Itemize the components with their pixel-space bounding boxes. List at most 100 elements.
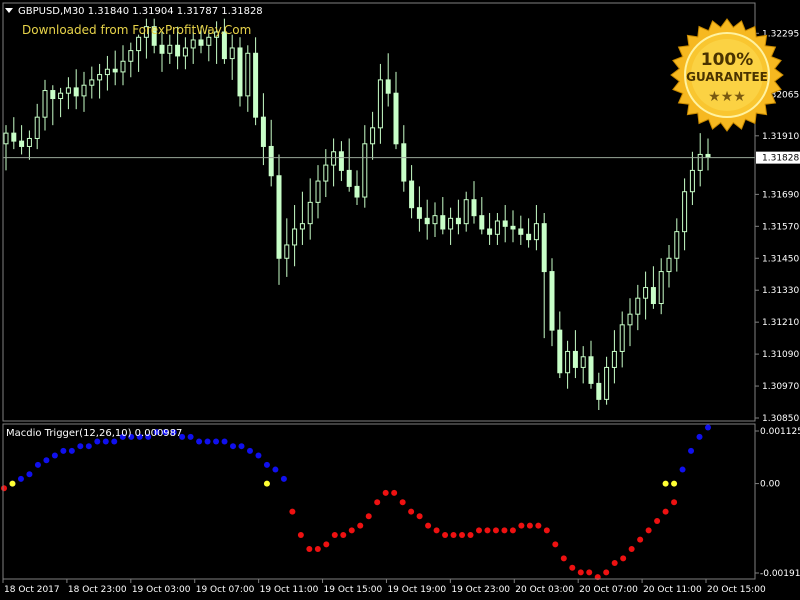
candle-body	[104, 68, 110, 76]
macd-dot	[340, 531, 347, 538]
candle-body	[619, 324, 625, 352]
candle-body	[362, 143, 368, 198]
candle-body	[697, 153, 703, 171]
macd-dot	[433, 527, 440, 534]
time-tick-label: 19 Oct 19:00	[387, 585, 446, 595]
macd-dot	[246, 447, 253, 454]
macd-dot	[501, 527, 508, 534]
macd-dot	[213, 438, 220, 445]
time-tick-label: 19 Oct 03:00	[132, 585, 191, 595]
candle-body	[3, 132, 9, 145]
candle-body	[377, 79, 383, 129]
macd-dot	[654, 517, 661, 524]
candle-body	[276, 175, 282, 259]
candle-body	[432, 215, 438, 225]
trigger-dot	[9, 480, 16, 487]
time-tick-label: 20 Oct 07:00	[579, 585, 638, 595]
candle-body	[11, 132, 17, 142]
macd-dot	[467, 531, 474, 538]
price-tick-label: 1.31690	[762, 190, 799, 200]
trigger-dot	[662, 480, 669, 487]
candle-body	[502, 220, 508, 227]
time-tick-label: 19 Oct 11:00	[260, 585, 319, 595]
macd-dot	[111, 438, 118, 445]
macd-tick-label: -0.001913	[760, 569, 800, 579]
candle-body	[97, 74, 103, 81]
macd-dot	[526, 522, 533, 529]
candle-body	[229, 47, 235, 60]
macd-dot	[382, 489, 389, 496]
macd-dot	[238, 443, 245, 450]
time-tick-label: 19 Oct 07:00	[196, 585, 255, 595]
candle-body	[533, 223, 539, 241]
watermark-text: Downloaded from ForexProfitWay.Com	[22, 23, 251, 37]
macd-dot	[26, 471, 33, 478]
candle-body	[682, 191, 688, 233]
time-tick-label: 19 Oct 23:00	[451, 585, 510, 595]
macd-dot	[535, 522, 542, 529]
macd-dot	[280, 475, 287, 482]
macd-dot	[705, 424, 711, 431]
macd-dot	[68, 447, 75, 454]
candle-body	[463, 199, 469, 225]
candle-body	[206, 36, 212, 46]
macd-dot	[637, 536, 644, 543]
macd-dot	[230, 443, 237, 450]
macd-dot	[60, 447, 67, 454]
candle-body	[73, 87, 79, 97]
candle-body	[494, 220, 500, 235]
candle-body	[705, 153, 711, 158]
macd-dot	[425, 522, 432, 529]
candle-body	[409, 180, 415, 209]
macd-dot	[204, 438, 211, 445]
candle-body	[81, 84, 87, 97]
candle-body	[479, 215, 485, 230]
price-tick-label: 1.31570	[762, 222, 799, 232]
price-tick-label: 1.31330	[762, 286, 799, 296]
badge-line1: 100%	[701, 50, 754, 70]
macd-dot	[196, 438, 203, 445]
price-tick-label: 1.31090	[762, 350, 799, 360]
candle-body	[34, 116, 40, 139]
candle-body	[284, 244, 290, 259]
macd-dot	[314, 546, 321, 553]
candle-body	[572, 350, 578, 368]
macd-dot	[408, 508, 415, 515]
macd-dot	[543, 527, 550, 534]
price-tick-label: 1.32295	[762, 29, 799, 39]
macd-dot	[492, 527, 499, 534]
macd-dot	[221, 438, 228, 445]
candle-body	[89, 79, 95, 86]
candle-body	[549, 271, 555, 331]
candle-body	[557, 329, 563, 374]
candle-body	[26, 137, 32, 147]
macd-title: Macdio Trigger(12,26,10) 0.000987	[6, 428, 182, 439]
time-tick-label: 20 Oct 11:00	[643, 585, 702, 595]
macd-dot	[51, 452, 58, 459]
macd-dot	[484, 527, 491, 534]
macd-dot	[391, 489, 398, 496]
candle-body	[510, 225, 516, 230]
macd-dot	[94, 438, 101, 445]
macd-dot	[399, 499, 406, 506]
candle-body	[253, 52, 259, 118]
macd-dot	[348, 527, 355, 534]
macd-dot	[289, 508, 296, 515]
macd-dot	[645, 527, 652, 534]
macd-dot	[416, 513, 423, 520]
candle-body	[65, 87, 71, 94]
candle-body	[260, 116, 266, 147]
candle-body	[315, 180, 321, 203]
macd-dot	[671, 499, 678, 506]
macd-dot	[297, 531, 304, 538]
candle-body	[198, 39, 204, 46]
time-tick-label: 20 Oct 03:00	[515, 585, 574, 595]
candle-body	[237, 47, 243, 97]
macd-dot	[43, 457, 50, 464]
macd-dot	[696, 433, 703, 440]
macd-dot	[34, 461, 41, 468]
trading-chart[interactable]: 1.318281.322951.320651.319101.316901.315…	[0, 0, 800, 600]
candle-body	[175, 44, 181, 57]
candle-body	[674, 231, 680, 259]
candle-body	[19, 140, 25, 147]
